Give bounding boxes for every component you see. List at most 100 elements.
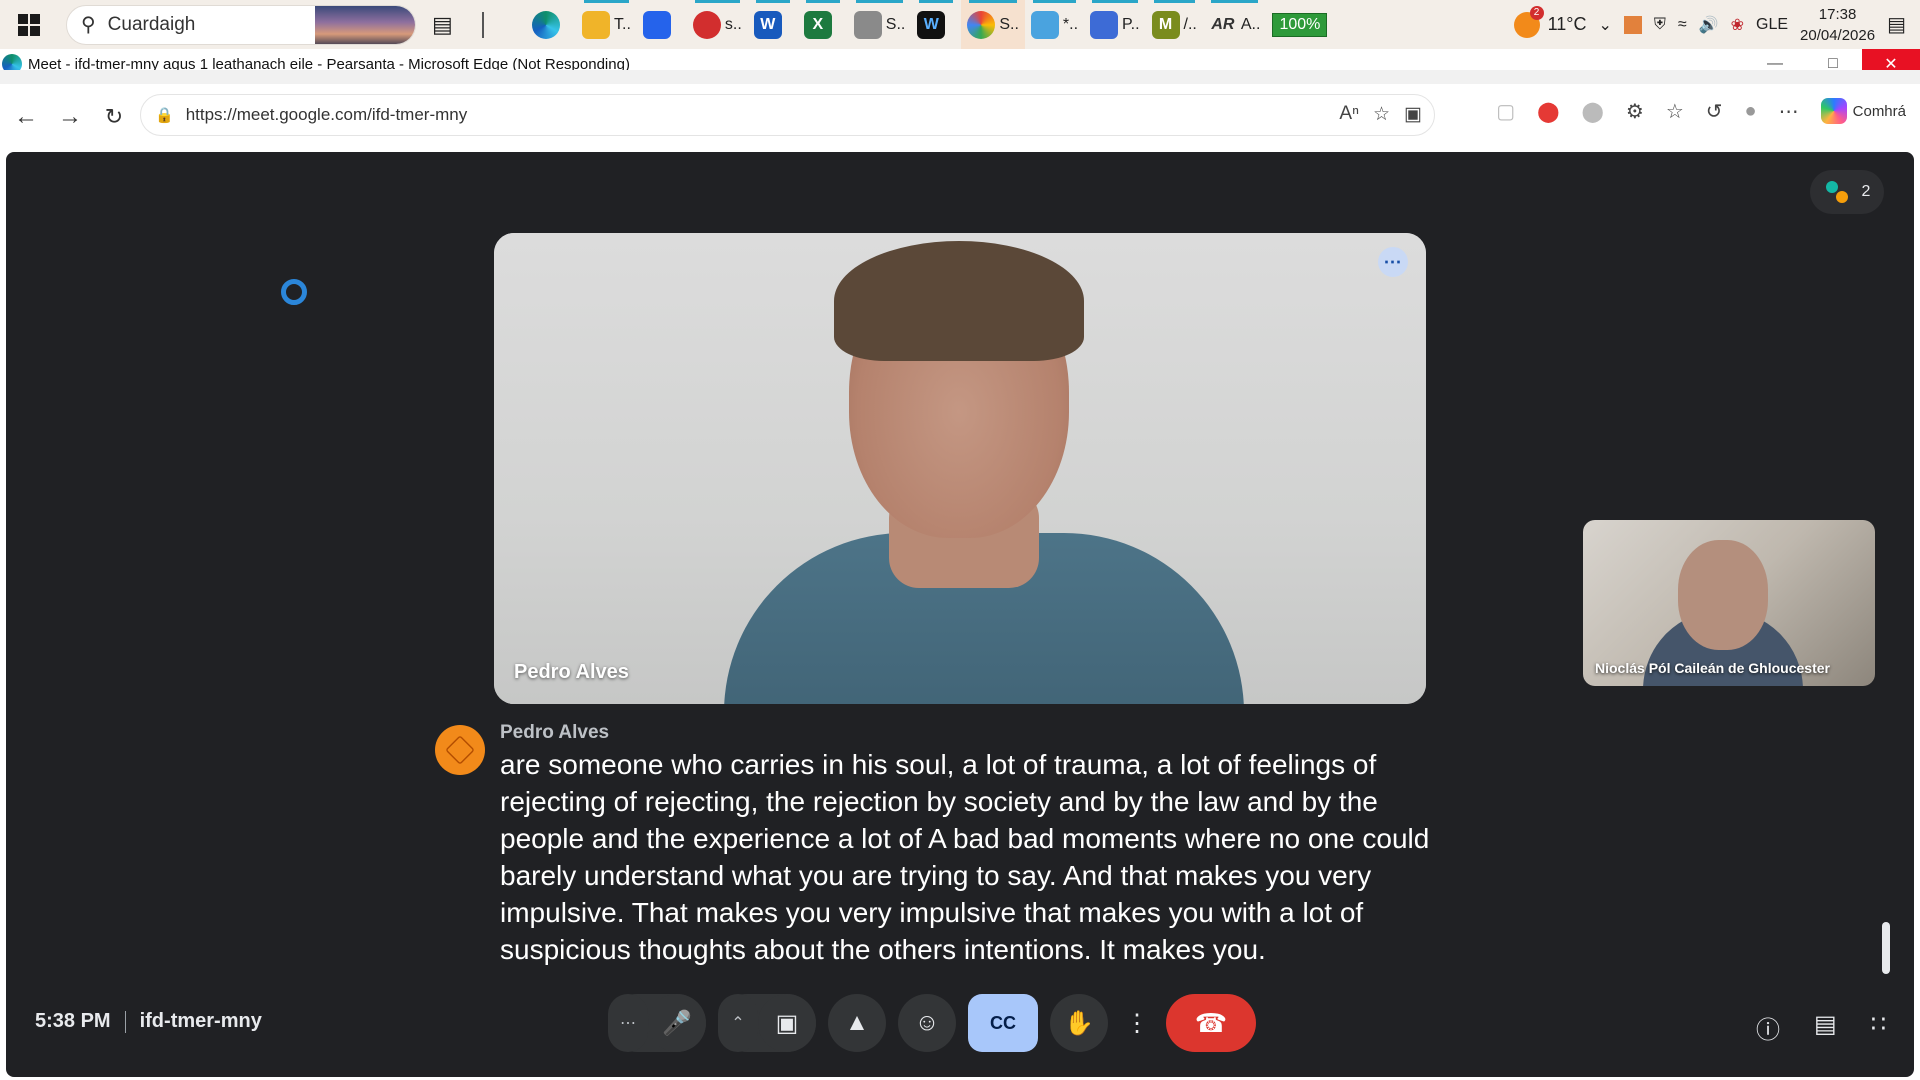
main-tile-name: Pedro Alves [514,661,629,683]
weather-temp: 11°C [1547,14,1587,34]
network-app-icon [1090,10,1119,39]
app-grey-icon [853,10,882,39]
notifications-icon[interactable]: ▤ [1887,12,1906,37]
taskbar-app-a[interactable]: AR A.. [1203,0,1267,49]
video-camera-icon: ▣ [775,1009,799,1037]
taskbar-app-word[interactable]: W [748,0,798,49]
video-control-group: ⌃ ▣ [718,994,816,1052]
captions-button[interactable]: CC [968,994,1038,1052]
address-bar[interactable]: 🔒 https://meet.google.com/ifd-tmer-mny A… [140,94,1435,136]
extension-red-icon[interactable]: ⬤ [1537,99,1559,124]
browser-toolbar: ← → ↻ 🔒 https://meet.google.com/ifd-tmer… [0,84,1920,150]
microphone-button[interactable]: 🎤 [648,994,706,1052]
leave-call-button[interactable]: ☎ [1166,994,1256,1052]
camera-button[interactable]: ▣ [758,994,816,1052]
video-options-button[interactable]: ⌃ [718,994,758,1052]
clock-date: 20/04/2026 [1800,26,1876,44]
chat-icon[interactable]: ▤ [1814,1010,1837,1045]
store-icon [642,10,671,39]
word-icon: W [753,10,782,39]
folder-icon [582,10,610,39]
activities-grid-icon[interactable]: ∷ [1871,1010,1886,1045]
copilot-label: Comhrá [1852,102,1906,120]
raise-hand-button[interactable]: ✋ [1050,994,1108,1052]
more-menu-icon[interactable]: ⋯ [1779,99,1799,124]
taskbar-app-edge[interactable] [526,0,576,49]
main-video-tile[interactable]: ⋯ Pedro Alves [494,233,1426,704]
emoji-icon: ☺ [914,1009,940,1036]
info-icon[interactable]: ⓘ [1756,1010,1780,1045]
extension-grey-icon[interactable]: ▢ [1496,99,1515,124]
extension-faded-icon[interactable]: ⬤ [1582,99,1604,124]
profile-avatar-icon[interactable]: ● [1745,100,1757,123]
task-view-button[interactable]: ▤ [426,0,476,49]
chevron-up-icon[interactable]: ⌄ [1598,15,1611,35]
volume-icon[interactable]: 🔊 [1699,15,1719,35]
url-text: https://meet.google.com/ifd-tmer-mny [185,105,468,124]
taskbar-app-excel[interactable]: X [798,0,848,49]
system-clock[interactable]: 17:38 20/04/2026 [1800,4,1875,46]
forward-button[interactable]: → [48,95,92,139]
tray-colorful-icon[interactable]: ❀ [1731,15,1744,35]
self-tile-name: Nioclás Pól Caileán de Ghloucester [1595,660,1830,676]
phone-hangup-icon: ☎ [1194,1007,1228,1038]
taskbar-app-star[interactable]: *.. [1025,0,1084,49]
tray-app-icon[interactable] [1623,15,1642,34]
refresh-button[interactable]: ↻ [92,95,136,139]
read-aloud-icon[interactable]: Aⁿ [1339,103,1359,126]
browser-extensions: ▢ ⬤ ⬤ ⚙ ☆ ↺ ● ⋯ Comhrá [1496,98,1906,124]
app-blue-icon [1030,10,1059,39]
more-options-button[interactable]: ⋮ [1120,994,1154,1052]
battery-level[interactable]: 100% [1266,0,1333,49]
call-controls: ⋯ 🎤 ⌃ ▣ ▲ ☺ CC ✋ ⋮ ☎ [608,994,1256,1052]
caption-speaker: Pedro Alves [500,722,610,743]
taskbar-app-m[interactable]: M/.. [1146,0,1203,49]
participants-chip[interactable]: 2 [1810,170,1884,214]
taskbar-search[interactable]: ⚲ Cuardaigh [66,4,416,45]
meeting-time: 5:38 PM [35,1010,111,1032]
taskbar-separator [476,0,526,49]
taskbar-app-w[interactable]: W [911,0,961,49]
weather-widget[interactable]: 2 11°C [1513,5,1587,38]
windows-taskbar: ⚲ Cuardaigh ▤ T.. s.. W X S.. W S.. *.. … [0,0,1920,49]
taskbar-app-s1[interactable]: s.. [687,0,748,49]
audio-control-group: ⋯ 🎤 [608,994,706,1052]
copilot-button[interactable]: Comhrá [1820,98,1906,124]
present-screen-button[interactable]: ▲ [828,994,886,1052]
reactions-button[interactable]: ☺ [898,994,956,1052]
wifi-icon[interactable]: ≈ [1678,16,1687,34]
loading-spinner-icon [281,279,307,305]
address-bar-icons: Aⁿ ☆ ▣ [1339,103,1422,126]
search-icon: ⚲ [81,14,96,36]
taskbar-app-label: A.. [1240,15,1261,33]
favorites-icon[interactable]: ☆ [1666,99,1684,124]
clock-time: 17:38 [1818,5,1857,23]
camera-icon[interactable]: ▣ [1404,103,1422,126]
app-w-icon: W [917,10,946,39]
history-icon[interactable]: ↺ [1706,99,1723,124]
windows-logo-icon [18,13,40,36]
language-indicator[interactable]: GLE [1756,16,1788,34]
taskbar-app-store[interactable] [637,0,687,49]
copilot-icon [1820,98,1847,124]
taskbar-app-explorer[interactable]: T.. [576,0,637,49]
present-screen-icon: ▲ [845,1009,869,1036]
tile-options-button[interactable]: ⋯ [1378,247,1408,277]
app-m-icon: M [1151,10,1180,39]
self-video-tile[interactable]: Nioclás Pól Caileán de Ghloucester [1583,520,1875,686]
taskbar-app-chrome[interactable]: S.. [961,0,1025,49]
shield-icon[interactable]: ⛨ [1654,16,1666,34]
back-button[interactable]: ← [4,95,48,139]
audio-options-button[interactable]: ⋯ [608,994,648,1052]
extensions-icon[interactable]: ⚙ [1626,99,1644,124]
start-button[interactable] [0,0,58,49]
tab-strip [0,70,1920,84]
more-vertical-icon: ⋮ [1125,1009,1149,1037]
weather-badge: 2 [1529,5,1544,20]
excel-icon: X [803,10,832,39]
taskbar-app-p[interactable]: P.. [1084,0,1146,49]
favorite-star-icon[interactable]: ☆ [1373,103,1390,126]
taskbar-app-s2[interactable]: S.. [848,0,912,49]
caption-scrollbar[interactable] [1882,922,1890,974]
meeting-details: 5:38 PM ifd-tmer-mny [35,1010,262,1033]
